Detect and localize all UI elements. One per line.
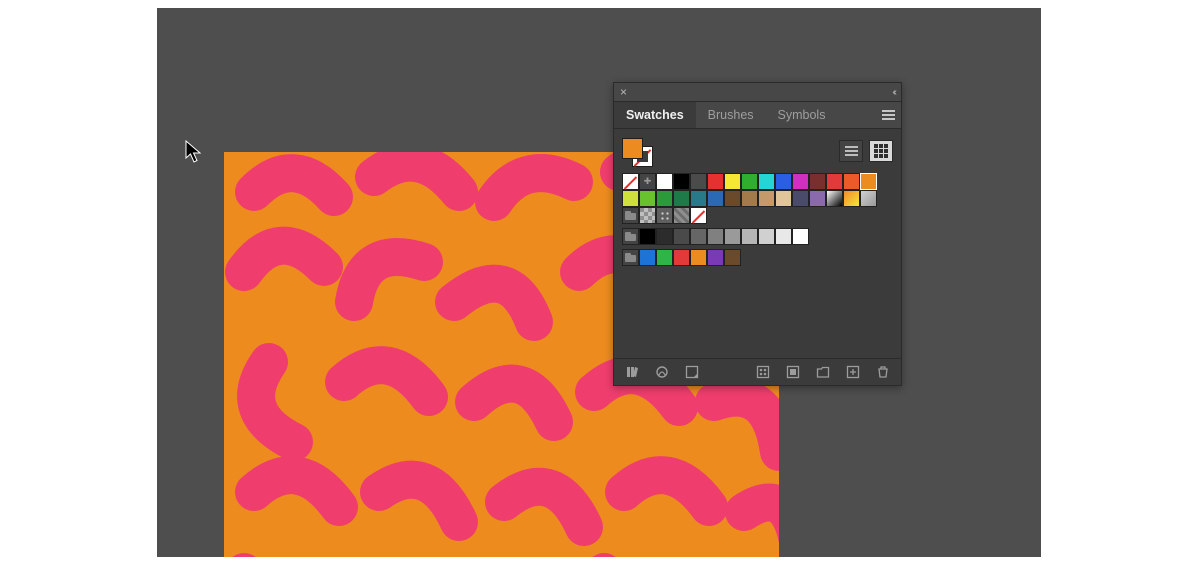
swatch-gradient[interactable] xyxy=(843,190,860,207)
swatch[interactable] xyxy=(860,173,877,190)
swatch-group-grayscale xyxy=(622,228,893,245)
swatch[interactable] xyxy=(673,249,690,266)
collapse-icon[interactable]: ‹‹ xyxy=(892,87,895,98)
swatch-group-brights xyxy=(622,249,893,266)
swatch[interactable] xyxy=(792,228,809,245)
swatch-pattern[interactable] xyxy=(639,207,656,224)
swatch[interactable] xyxy=(775,228,792,245)
cursor-pointer-icon xyxy=(185,140,203,164)
swatch[interactable] xyxy=(639,228,656,245)
swatch[interactable] xyxy=(741,190,758,207)
swatch-pattern[interactable] xyxy=(673,207,690,224)
panel-tabs: Swatches Brushes Symbols xyxy=(614,102,901,129)
swatch-gradient[interactable] xyxy=(860,190,877,207)
swatch-kinds-icon[interactable] xyxy=(654,364,670,380)
thumbnail-view-button[interactable] xyxy=(869,140,893,162)
canvas[interactable]: × ‹‹ Swatches Brushes Symbols xyxy=(157,8,1041,557)
swatch[interactable] xyxy=(758,190,775,207)
swatch[interactable] xyxy=(707,228,724,245)
swatch-none[interactable] xyxy=(622,173,639,190)
swatch[interactable] xyxy=(707,249,724,266)
swatch[interactable] xyxy=(690,190,707,207)
swatch[interactable] xyxy=(656,228,673,245)
fill-stroke-indicator[interactable] xyxy=(622,138,652,164)
tab-symbols[interactable]: Symbols xyxy=(766,102,838,128)
swatch[interactable] xyxy=(826,173,843,190)
swatch[interactable] xyxy=(724,249,741,266)
swatch[interactable] xyxy=(809,173,826,190)
swatch[interactable] xyxy=(690,228,707,245)
swatch[interactable] xyxy=(809,190,826,207)
swatch-group-default xyxy=(622,173,893,224)
swatch-folder-icon[interactable] xyxy=(622,207,639,224)
swatch[interactable] xyxy=(639,190,656,207)
edit-swatch-icon[interactable] xyxy=(785,364,801,380)
swatch-libraries-icon[interactable] xyxy=(624,364,640,380)
swatch[interactable] xyxy=(673,190,690,207)
swatch[interactable] xyxy=(741,228,758,245)
fill-swatch[interactable] xyxy=(622,138,643,159)
tab-swatches[interactable]: Swatches xyxy=(614,102,696,128)
swatch[interactable] xyxy=(724,228,741,245)
swatch[interactable] xyxy=(707,173,724,190)
swatch[interactable] xyxy=(758,228,775,245)
new-swatch-icon[interactable] xyxy=(845,364,861,380)
swatch[interactable] xyxy=(792,190,809,207)
swatch[interactable] xyxy=(673,228,690,245)
swatch[interactable] xyxy=(775,190,792,207)
swatch[interactable] xyxy=(690,173,707,190)
new-color-group-icon[interactable] xyxy=(755,364,771,380)
panel-titlebar[interactable]: × ‹‹ xyxy=(614,83,901,102)
swatch-pattern[interactable] xyxy=(656,207,673,224)
swatch[interactable] xyxy=(724,173,741,190)
swatch-folder-icon[interactable] xyxy=(622,228,639,245)
swatch[interactable] xyxy=(622,190,639,207)
delete-icon[interactable] xyxy=(875,364,891,380)
swatch[interactable] xyxy=(656,173,673,190)
swatch[interactable] xyxy=(741,173,758,190)
panel-menu-icon[interactable] xyxy=(875,102,901,128)
swatch[interactable] xyxy=(656,249,673,266)
list-view-button[interactable] xyxy=(839,140,863,162)
swatch[interactable] xyxy=(639,249,656,266)
swatch[interactable] xyxy=(775,173,792,190)
tab-brushes[interactable]: Brushes xyxy=(696,102,766,128)
swatch[interactable] xyxy=(758,173,775,190)
swatch[interactable] xyxy=(673,173,690,190)
panel-body xyxy=(614,129,901,358)
swatch[interactable] xyxy=(843,173,860,190)
swatch-gradient[interactable] xyxy=(826,190,843,207)
swatches-panel[interactable]: × ‹‹ Swatches Brushes Symbols xyxy=(613,82,902,386)
close-icon[interactable]: × xyxy=(620,86,627,98)
swatch[interactable] xyxy=(792,173,809,190)
swatch-registration[interactable] xyxy=(639,173,656,190)
swatch-folder-icon[interactable] xyxy=(622,249,639,266)
panel-footer xyxy=(614,358,901,385)
open-folder-icon[interactable] xyxy=(815,364,831,380)
swatch[interactable] xyxy=(707,190,724,207)
swatch-none[interactable] xyxy=(690,207,707,224)
swatch[interactable] xyxy=(724,190,741,207)
swatch[interactable] xyxy=(656,190,673,207)
swatch[interactable] xyxy=(690,249,707,266)
swatch-options-icon[interactable] xyxy=(684,364,700,380)
